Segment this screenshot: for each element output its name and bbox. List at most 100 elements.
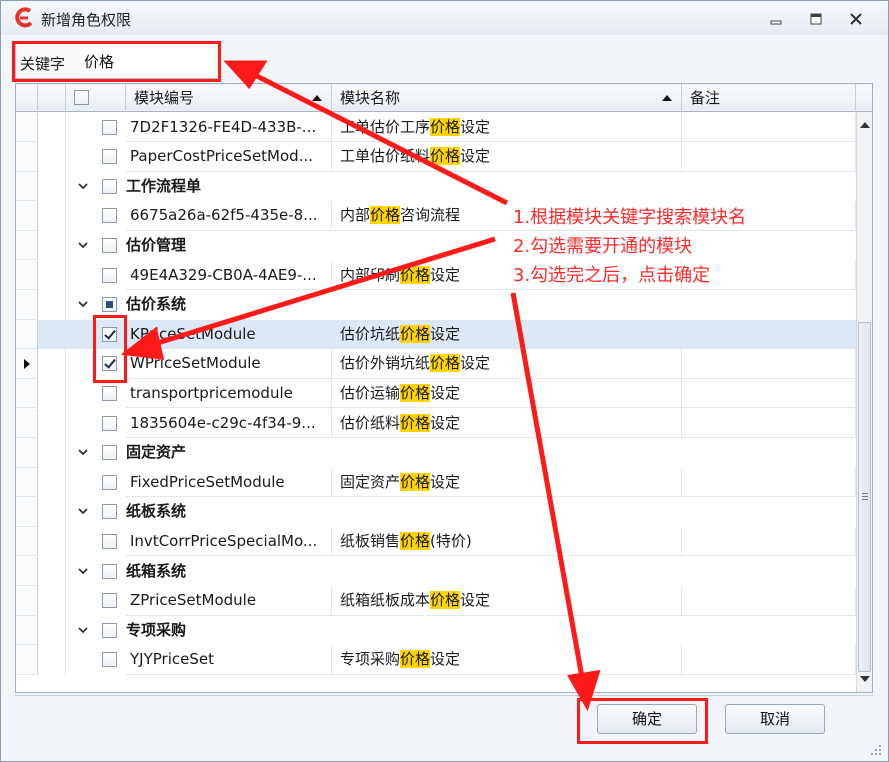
module-name-cell[interactable]: 专项采购价格设定	[332, 645, 682, 675]
header-note[interactable]: 备注	[682, 84, 856, 112]
group-row[interactable]: 专项采购	[16, 615, 856, 646]
resize-grip-icon[interactable]	[867, 741, 883, 757]
minimize-icon[interactable]	[769, 12, 783, 26]
module-code-cell[interactable]: PaperCostPriceSetMod...	[126, 142, 332, 172]
row-header[interactable]	[16, 645, 38, 675]
row-checkbox[interactable]	[102, 208, 117, 224]
chevron-down-icon[interactable]	[78, 299, 88, 309]
table-row[interactable]: InvtCorrPriceSpecialMo... 纸板销售价格(特价)	[16, 526, 856, 557]
row-checkbox[interactable]	[102, 593, 117, 609]
row-checkbox[interactable]	[102, 652, 117, 668]
module-code-cell[interactable]: 1835604e-c29c-4f34-9...	[126, 408, 332, 439]
row-checkbox[interactable]	[102, 533, 117, 549]
row-header[interactable]	[16, 615, 38, 646]
row-header[interactable]	[16, 408, 38, 439]
row-header[interactable]	[16, 497, 38, 527]
module-code-cell[interactable]: WPriceSetModule	[126, 349, 332, 379]
group-checkbox[interactable]	[102, 504, 117, 520]
note-cell[interactable]	[682, 378, 856, 409]
table-row[interactable]: transportpricemodule 估价运输价格设定	[16, 378, 856, 409]
module-name-cell[interactable]: 纸板销售价格(特价)	[332, 526, 682, 557]
row-header[interactable]	[16, 112, 38, 143]
row-header[interactable]	[16, 290, 38, 320]
note-cell[interactable]	[682, 349, 856, 379]
row-header[interactable]	[16, 319, 38, 350]
group-row[interactable]: 固定资产	[16, 438, 856, 468]
close-icon[interactable]	[849, 12, 863, 26]
chevron-down-icon[interactable]	[78, 447, 88, 457]
note-cell[interactable]	[682, 408, 856, 439]
header-select-all[interactable]	[66, 84, 126, 112]
table-row[interactable]: 49E4A329-CB0A-4AE9-... 内部印刷价格设定	[16, 260, 856, 291]
group-row[interactable]: 估价管理	[16, 230, 856, 261]
group-row[interactable]: 纸板系统	[16, 497, 856, 527]
row-header[interactable]	[16, 260, 38, 291]
scroll-thumb[interactable]	[858, 322, 871, 672]
table-row[interactable]: 1835604e-c29c-4f34-9... 估价纸料价格设定	[16, 408, 856, 439]
module-code-cell[interactable]: 7D2F1326-FE4D-433B-...	[126, 112, 332, 143]
chevron-down-icon[interactable]	[78, 566, 88, 576]
table-row[interactable]: YJYPriceSet 专项采购价格设定	[16, 645, 856, 675]
row-header[interactable]	[16, 142, 38, 172]
row-checkbox[interactable]	[102, 474, 117, 490]
module-name-cell[interactable]: 估价纸料价格设定	[332, 408, 682, 439]
row-checkbox[interactable]	[102, 149, 117, 165]
note-cell[interactable]	[682, 112, 856, 143]
group-row[interactable]: 估价系统	[16, 290, 856, 320]
row-header[interactable]	[16, 556, 38, 587]
chevron-down-icon[interactable]	[78, 506, 88, 516]
row-header[interactable]	[16, 171, 38, 202]
scroll-up-icon[interactable]	[860, 122, 870, 128]
module-code-cell[interactable]: transportpricemodule	[126, 378, 332, 409]
module-name-cell[interactable]: 工单估价纸料价格设定	[332, 142, 682, 172]
module-name-cell[interactable]: 工单估价工序价格设定	[332, 112, 682, 143]
note-cell[interactable]	[682, 645, 856, 675]
note-cell[interactable]	[682, 526, 856, 557]
table-row[interactable]: KPriceSetModule 估价坑纸价格设定	[16, 319, 856, 350]
maximize-icon[interactable]	[809, 12, 823, 26]
group-row[interactable]: 工作流程单	[16, 171, 856, 202]
select-all-checkbox[interactable]	[74, 90, 89, 105]
group-checkbox[interactable]	[102, 237, 117, 253]
module-name-cell[interactable]: 纸箱纸板成本价格设定	[332, 586, 682, 616]
module-code-cell[interactable]: 49E4A329-CB0A-4AE9-...	[126, 260, 332, 291]
group-checkbox[interactable]	[102, 178, 117, 194]
row-header[interactable]	[16, 467, 38, 498]
row-checkbox[interactable]	[102, 267, 117, 283]
row-header[interactable]	[16, 586, 38, 616]
row-checkbox[interactable]	[102, 119, 117, 135]
cancel-button[interactable]: 取消	[725, 704, 825, 734]
table-row[interactable]: FixedPriceSetModule 固定资产价格设定	[16, 467, 856, 498]
module-code-cell[interactable]: FixedPriceSetModule	[126, 467, 332, 498]
title-bar[interactable]: 新增角色权限	[1, 1, 888, 35]
vertical-scrollbar[interactable]	[856, 112, 872, 692]
row-header[interactable]	[16, 438, 38, 468]
scroll-down-icon[interactable]	[860, 676, 870, 682]
chevron-down-icon[interactable]	[78, 240, 88, 250]
module-name-cell[interactable]: 估价运输价格设定	[332, 378, 682, 409]
chevron-down-icon[interactable]	[78, 181, 88, 191]
row-header[interactable]	[16, 526, 38, 557]
group-checkbox[interactable]	[102, 445, 117, 461]
module-code-cell[interactable]: 6675a26a-62f5-435e-8...	[126, 201, 332, 231]
row-checkbox[interactable]	[102, 415, 117, 431]
group-checkbox[interactable]	[102, 622, 117, 638]
note-cell[interactable]	[682, 467, 856, 498]
module-code-cell[interactable]: YJYPriceSet	[126, 645, 332, 675]
row-header[interactable]	[16, 378, 38, 409]
module-name-cell[interactable]: 估价外销坑纸价格设定	[332, 349, 682, 379]
module-code-cell[interactable]: InvtCorrPriceSpecialMo...	[126, 526, 332, 557]
row-checkbox[interactable]	[102, 385, 117, 401]
note-cell[interactable]	[682, 319, 856, 350]
group-row[interactable]: 纸箱系统	[16, 556, 856, 587]
header-module-name[interactable]: 模块名称	[332, 84, 682, 112]
row-header[interactable]	[16, 230, 38, 261]
header-module-code[interactable]: 模块编号	[126, 84, 332, 112]
row-header[interactable]	[16, 349, 38, 379]
table-row[interactable]: ZPriceSetModule 纸箱纸板成本价格设定	[16, 586, 856, 616]
row-header[interactable]	[16, 201, 38, 231]
chevron-down-icon[interactable]	[78, 625, 88, 635]
group-checkbox[interactable]	[102, 563, 117, 579]
module-code-cell[interactable]: ZPriceSetModule	[126, 586, 332, 616]
note-cell[interactable]	[682, 142, 856, 172]
